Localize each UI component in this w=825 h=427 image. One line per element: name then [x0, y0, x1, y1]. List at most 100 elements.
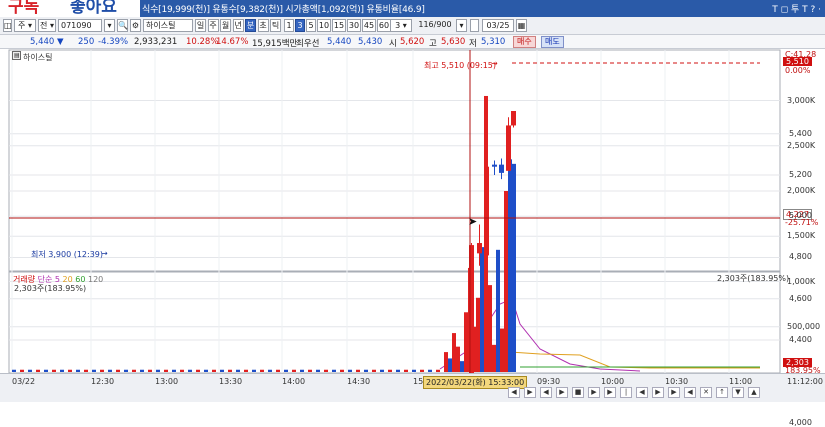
period-button[interactable]: 년 [232, 19, 244, 32]
interval-button[interactable]: 15 [332, 19, 346, 32]
volume-bar-small [116, 369, 120, 372]
scroll-control-button[interactable]: ▶ [588, 387, 600, 398]
interval-select-value: 3 [395, 21, 401, 30]
volume-bar-small [404, 369, 408, 372]
volume-bar-small [268, 369, 272, 372]
volume-bar [512, 163, 516, 372]
date-field[interactable]: 03/25 [482, 19, 514, 32]
volume-bar-small [388, 369, 392, 372]
time-tick-label: 03/22 [12, 377, 36, 386]
scroll-control-button[interactable]: ▶ [652, 387, 664, 398]
volume-bar-small [60, 369, 64, 372]
scroll-control-button[interactable]: ▼ [732, 387, 744, 398]
chart-area[interactable]: ➤ [0, 49, 825, 373]
scroll-control-button[interactable]: ◀ [508, 387, 520, 398]
volume-bar-small [164, 369, 168, 372]
volume-bar-small [140, 369, 144, 372]
interval-button[interactable]: 60 [377, 19, 391, 32]
calendar-icon[interactable]: ▦ [516, 19, 527, 32]
volume-bar [456, 346, 460, 372]
interval-button[interactable]: 5 [306, 19, 316, 32]
volume-tick-label: 2,500K [787, 140, 816, 150]
search-icon[interactable]: 🔍 [117, 19, 128, 32]
volume-tick-label: 2,000K [787, 186, 816, 195]
volume-tick-label: 1,000K [787, 276, 816, 286]
panel-toggle-icon[interactable]: ◫ [3, 19, 12, 32]
time-tick-label: 13:00 [155, 377, 179, 386]
scroll-control-button[interactable]: ▶ [668, 387, 680, 398]
price-tick-label: 4,800 [789, 252, 812, 262]
volume-bar-small [220, 369, 224, 372]
turnover-pct: 10.28% [186, 37, 219, 47]
high-arrow-icon: → [491, 59, 498, 68]
trade-volume: 2,933,231 [134, 37, 178, 47]
candle-body [506, 125, 511, 171]
brand-word-1: 구독 [8, 0, 40, 16]
interval-button[interactable]: 1 [284, 19, 294, 32]
high-annotation: 최고 5,510 (09:15) [424, 61, 497, 70]
volume-bar [464, 312, 468, 372]
buy-button[interactable]: 매수 [513, 36, 536, 48]
interval-button[interactable]: 10 [317, 19, 331, 32]
volume-bar [496, 249, 500, 372]
stock-name-field[interactable]: 하이스틸 [143, 19, 193, 32]
scroll-control-button[interactable]: ▶ [556, 387, 568, 398]
interval-button[interactable]: 30 [347, 19, 361, 32]
sell-button[interactable]: 매도 [541, 36, 564, 48]
candle-body [499, 164, 504, 173]
volume-legend-item[interactable]: 120 [88, 275, 103, 284]
volume-bar-small [308, 369, 312, 372]
trade-amount: 15,915백만 [252, 39, 298, 49]
prefix-select[interactable]: 전 ▾ [38, 19, 56, 32]
volume-bar [492, 344, 496, 372]
current-price: 5,440 ▼ [30, 37, 64, 47]
period-button[interactable]: 주 [207, 19, 219, 32]
volume-bar-small [28, 369, 32, 372]
period-button[interactable]: 틱 [270, 19, 281, 32]
period-button[interactable]: 초 [257, 19, 269, 32]
market-select[interactable]: 주 ▾ [14, 19, 36, 32]
volume-tick-label: 1,500K [787, 231, 816, 241]
settings-icon[interactable]: ⚙ [130, 19, 141, 32]
price-tick-label: 5,400 [789, 128, 812, 138]
scroll-control-button[interactable]: ▶ [604, 387, 616, 398]
time-tick-label: 09:30 [537, 377, 561, 386]
period-button[interactable]: 월 [220, 19, 231, 32]
volume-bar-small [20, 369, 24, 372]
interval-button[interactable]: 3 [295, 19, 305, 32]
period-button[interactable]: 일 [195, 19, 206, 32]
scroll-control-button[interactable]: ✕ [700, 387, 712, 398]
interval-select[interactable]: 3 ▾ [390, 19, 412, 32]
scroll-control-button[interactable]: ↑ [716, 387, 728, 398]
code-dropdown-icon[interactable]: ▾ [104, 19, 115, 32]
volume-bar-small [244, 369, 248, 372]
candle-body [511, 111, 516, 126]
scroll-control-button[interactable]: ◀ [540, 387, 552, 398]
open-price: 5,620 [400, 37, 425, 47]
volume-bar-small [316, 369, 320, 372]
prefix-select-value: 전 [40, 21, 48, 30]
chart-toolbar: ◫ 주 ▾ 전 ▾ 071090 ▾ 🔍 ⚙ 하이스틸 일주월년분초틱 1351… [0, 17, 825, 35]
interval-button[interactable]: 45 [362, 19, 376, 32]
time-axis-bar: 03/22 12:30 13:00 13:30 14:00 14:30 15: 09:30 10… [0, 373, 825, 402]
stock-code-input[interactable]: 071090 [58, 19, 102, 32]
window-controls[interactable]: T ◻ 투 T ? · [772, 2, 821, 15]
count-dropdown-icon[interactable]: ▾ [456, 19, 467, 32]
scroll-control-button[interactable]: ▶ [524, 387, 536, 398]
volume-bar-small [412, 369, 416, 372]
date-checkbox[interactable] [470, 19, 479, 32]
volume-bar-small [196, 369, 200, 372]
open-label: 시 [389, 39, 397, 49]
scroll-control-button[interactable]: ◀ [636, 387, 648, 398]
scroll-control-button[interactable]: ◀ [684, 387, 696, 398]
title-bar: 구독 좋아요 식수[19,999(천)] 유통수[9,382(천)] 시가총액[… [0, 0, 825, 17]
chart-scroll-controls[interactable]: ◀ ▶ ◀ ▶ ■ ▶ ▶ | ◀ ▶ ▶ ◀ ✕ ↑ ▼ ▲ [508, 387, 778, 399]
period-button[interactable]: 분 [245, 19, 256, 32]
market-select-value: 주 [18, 21, 26, 30]
scroll-control-button[interactable]: | [620, 387, 632, 398]
volume-bar-small [428, 369, 432, 372]
volume-tick-label: 500,000 [787, 321, 821, 331]
scroll-control-button[interactable]: ■ [572, 387, 584, 398]
volume-bar-small [204, 369, 208, 372]
scroll-control-button[interactable]: ▲ [748, 387, 760, 398]
